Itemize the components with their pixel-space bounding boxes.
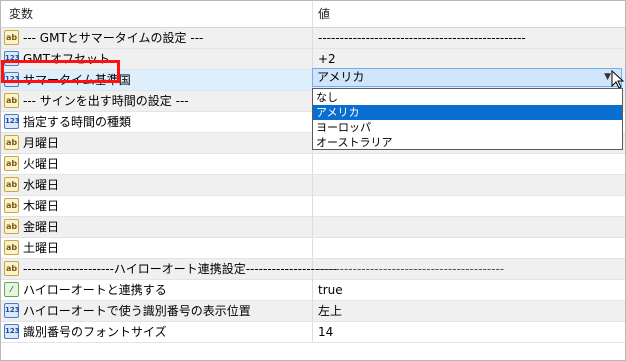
number-type-icon: 123 xyxy=(4,114,20,129)
column-divider[interactable] xyxy=(312,1,313,27)
text-type-icon: ab xyxy=(4,30,19,45)
country-select[interactable]: アメリカ ▼ xyxy=(312,68,622,87)
row-name: --- サインを出す時間の設定 --- xyxy=(23,94,189,108)
country-dropdown-list: なし アメリカ ヨーロッパ オーストラリア xyxy=(312,88,623,150)
text-type-icon: ab xyxy=(4,177,19,192)
table-row[interactable]: ab ---------------------ハイローオート連携設定------… xyxy=(1,259,625,280)
row-name: ハイローオートで使う識別番号の表示位置 xyxy=(23,304,251,318)
column-header-value[interactable]: 値 xyxy=(318,1,330,27)
row-name: 識別番号のフォントサイズ xyxy=(23,325,167,339)
dropdown-option-australia[interactable]: オーストラリア xyxy=(313,135,622,150)
table-row[interactable]: 123 ハイローオートで使う識別番号の表示位置 左上 xyxy=(1,301,625,322)
row-name: 指定する時間の種類 xyxy=(23,115,132,129)
column-header-variable[interactable]: 変数 xyxy=(9,1,33,27)
dropdown-option-europe[interactable]: ヨーロッパ xyxy=(313,120,622,135)
text-type-icon: ab xyxy=(4,219,19,234)
row-value[interactable]: 左上 xyxy=(318,301,342,321)
country-select-value: アメリカ xyxy=(317,70,365,84)
text-type-icon: ab xyxy=(4,261,19,276)
table-row[interactable]: ab 火曜日 xyxy=(1,154,625,175)
table-row[interactable]: ab --- GMTとサマータイムの設定 --- ----------------… xyxy=(1,28,625,49)
text-type-icon: ab xyxy=(4,93,19,108)
row-value[interactable]: 14 xyxy=(318,322,333,342)
chevron-down-icon[interactable]: ▼ xyxy=(604,72,611,82)
number-type-icon: 123 xyxy=(4,303,20,318)
table-row[interactable]: 123 識別番号のフォントサイズ 14 xyxy=(1,322,625,343)
dropdown-option-none[interactable]: なし xyxy=(313,90,622,105)
number-type-icon: 123 xyxy=(4,324,20,339)
text-type-icon: ab xyxy=(4,240,19,255)
row-name: ---------------------ハイローオート連携設定--------… xyxy=(23,262,337,276)
row-name: 月曜日 xyxy=(23,136,60,150)
row-name: --- GMTとサマータイムの設定 --- xyxy=(23,31,204,45)
table-row[interactable]: ab 土曜日 xyxy=(1,238,625,259)
table-row[interactable]: ab 金曜日 xyxy=(1,217,625,238)
row-name: 土曜日 xyxy=(23,241,60,255)
bool-type-icon: ⁄ xyxy=(4,282,19,297)
row-name: 金曜日 xyxy=(23,220,60,234)
text-type-icon: ab xyxy=(4,135,19,150)
table-header: 変数 値 xyxy=(1,1,625,28)
row-value[interactable]: ----------------------------------------… xyxy=(318,28,526,48)
row-value[interactable]: ----------------------------------------… xyxy=(318,259,504,279)
text-type-icon: ab xyxy=(4,156,19,171)
parameters-panel: 変数 値 ab --- GMTとサマータイムの設定 --- -----------… xyxy=(0,0,626,361)
row-name: 水曜日 xyxy=(23,178,60,192)
row-value[interactable]: true xyxy=(318,280,343,300)
highlight-box xyxy=(1,60,120,83)
row-name: 木曜日 xyxy=(23,199,60,213)
table-row[interactable]: ab 木曜日 xyxy=(1,196,625,217)
row-value[interactable]: +2 xyxy=(318,49,336,69)
table-row[interactable]: ab 水曜日 xyxy=(1,175,625,196)
mouse-cursor-icon xyxy=(611,70,625,89)
text-type-icon: ab xyxy=(4,198,19,213)
dropdown-option-america[interactable]: アメリカ xyxy=(313,105,622,120)
table-row[interactable]: ⁄ ハイローオートと連携する true xyxy=(1,280,625,301)
row-name: ハイローオートと連携する xyxy=(23,283,167,297)
row-name: 火曜日 xyxy=(23,157,60,171)
